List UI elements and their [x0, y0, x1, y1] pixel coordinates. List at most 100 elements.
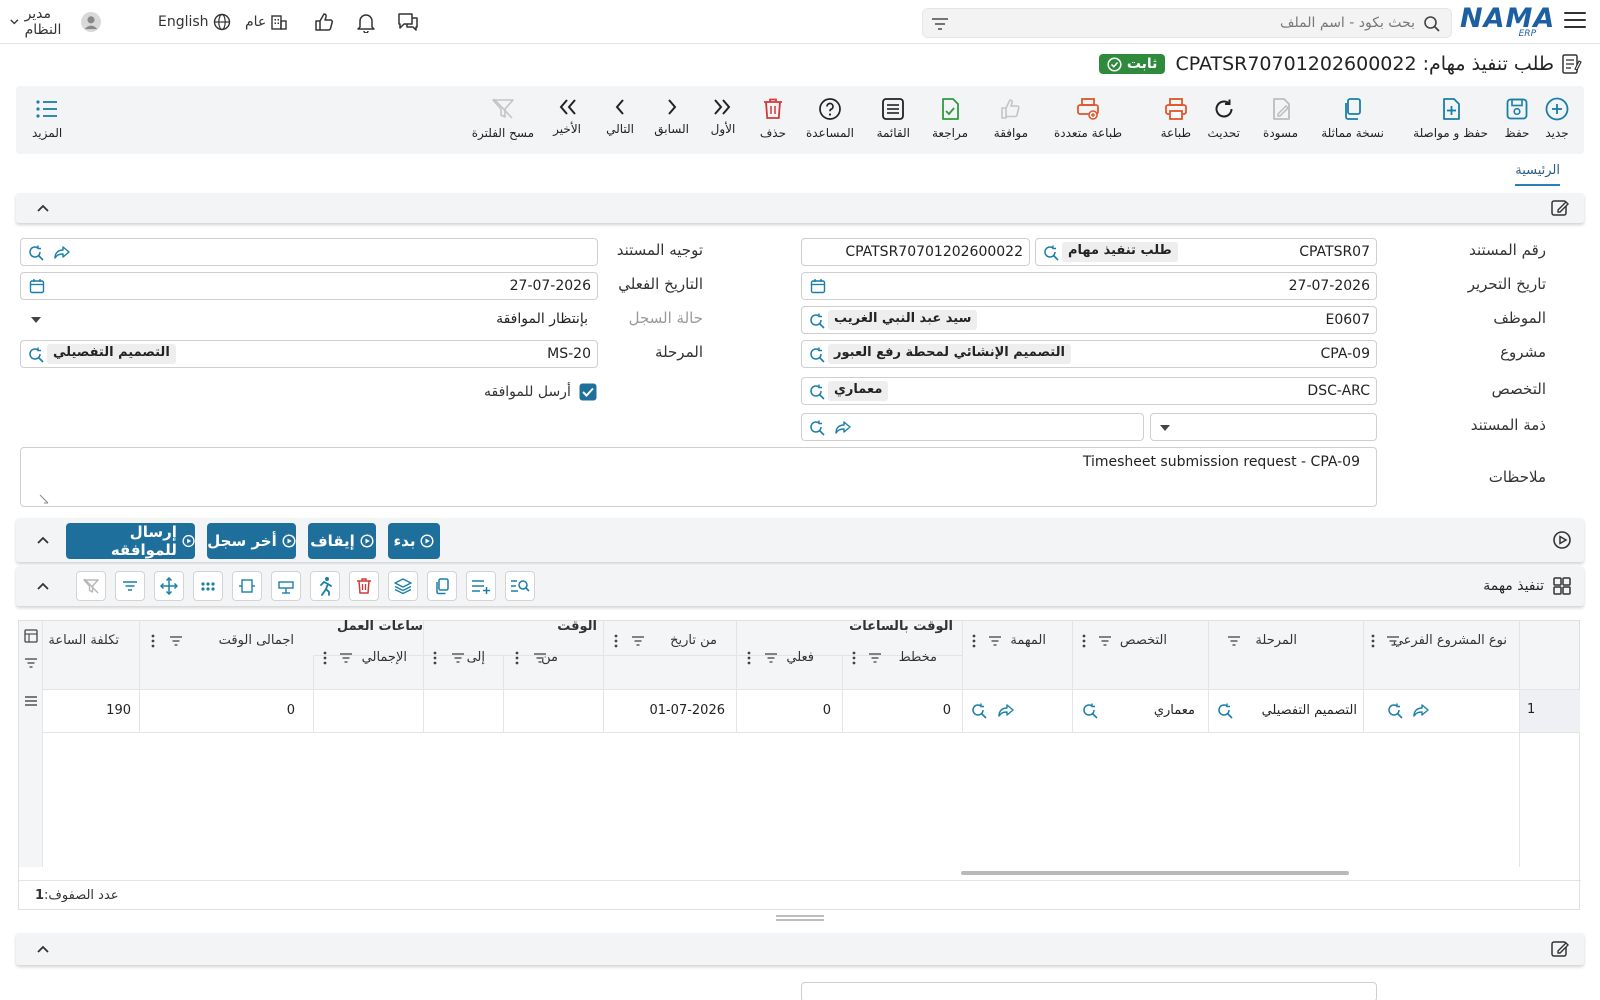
send-approval-button[interactable]: إرسال للموافقه — [66, 523, 195, 559]
tab-main[interactable]: الرئيسية — [1515, 163, 1560, 186]
actual-date-field[interactable]: 27-07-2026 — [20, 272, 598, 300]
col-subproject-type[interactable]: نوع المشروع الفرعي — [1393, 633, 1507, 648]
bell-icon[interactable] — [355, 8, 377, 36]
col-to[interactable]: إلى — [467, 650, 485, 665]
share-icon[interactable] — [1412, 702, 1430, 720]
col-task[interactable]: المهمة — [1010, 633, 1046, 648]
search-refresh-icon[interactable] — [1042, 244, 1060, 262]
col-from-date[interactable]: من تاريخ — [670, 633, 717, 648]
chevron-up-icon[interactable] — [36, 203, 50, 213]
layers-button[interactable] — [388, 571, 418, 601]
search-refresh-icon[interactable] — [1081, 702, 1099, 720]
search-refresh-icon[interactable] — [808, 346, 826, 364]
save-continue-button[interactable]: حفظ و مواصلة — [1413, 96, 1488, 140]
column-menu-icon[interactable] — [972, 634, 976, 648]
column-menu-icon[interactable] — [323, 651, 327, 665]
add-row-button[interactable] — [466, 571, 496, 601]
column-filter-icon[interactable] — [1227, 635, 1241, 647]
copy-row-button[interactable] — [427, 571, 457, 601]
clear-grid-filter-button[interactable] — [76, 571, 106, 601]
col-total-time[interactable]: اجمالى الوقت — [219, 633, 294, 648]
column-menu-icon[interactable] — [515, 651, 519, 665]
project-field[interactable]: CPA-09 التصميم الإنشائي لمحطة رفع العبور — [801, 340, 1377, 368]
calendar-icon[interactable] — [810, 278, 826, 294]
edit-icon[interactable] — [1550, 198, 1570, 218]
duplicate-button[interactable]: نسخة مماثلة — [1321, 96, 1384, 140]
column-menu-icon[interactable] — [852, 651, 856, 665]
column-filter-icon[interactable] — [631, 635, 645, 647]
user-menu[interactable]: مدير النظام — [10, 6, 101, 38]
search-refresh-icon[interactable] — [808, 312, 826, 330]
chevron-up-icon[interactable] — [36, 944, 50, 954]
column-filter-icon[interactable] — [339, 652, 353, 664]
share-icon[interactable] — [53, 244, 71, 262]
run-button[interactable] — [310, 571, 340, 601]
next-button[interactable]: التالي — [606, 96, 634, 136]
like-icon[interactable] — [313, 8, 335, 36]
column-filter-icon[interactable] — [533, 652, 547, 664]
calendar-icon[interactable] — [29, 278, 45, 294]
company-switch[interactable]: عام — [245, 8, 288, 36]
first-button[interactable]: الأول — [710, 96, 736, 136]
doc-direction-field[interactable] — [20, 238, 598, 266]
edit-date-field[interactable]: 27-07-2026 — [801, 272, 1377, 300]
fit-columns-button[interactable] — [271, 571, 301, 601]
column-filter-icon[interactable] — [1098, 635, 1112, 647]
move-button[interactable] — [154, 571, 184, 601]
column-menu-icon[interactable] — [747, 651, 751, 665]
menu-lines-icon[interactable] — [24, 695, 38, 707]
partial-field[interactable] — [801, 982, 1377, 1000]
employee-field[interactable]: E0607 سيد عبد النبي الغريب — [801, 306, 1377, 334]
col-planned[interactable]: مخطط — [899, 650, 937, 665]
print-button[interactable]: طباعة — [1161, 96, 1191, 140]
logo[interactable]: NAMA ERP — [1460, 4, 1554, 40]
resize-handle-icon[interactable] — [39, 494, 49, 504]
multi-print-button[interactable]: طباعة متعددة — [1054, 96, 1122, 140]
last-button[interactable]: الأخير — [553, 96, 581, 136]
col-total[interactable]: الإجمالي — [362, 650, 407, 665]
draft-button[interactable]: مسودة — [1263, 96, 1298, 140]
search-refresh-icon[interactable] — [1386, 702, 1404, 720]
column-filter-icon[interactable] — [1386, 635, 1400, 647]
dots-grid-button[interactable] — [193, 571, 223, 601]
horizontal-scrollbar[interactable] — [961, 871, 1349, 875]
column-menu-icon[interactable] — [1371, 634, 1375, 648]
chevron-up-icon[interactable] — [36, 581, 50, 591]
search-refresh-icon[interactable] — [1216, 702, 1234, 720]
language-switch[interactable]: English — [158, 8, 231, 36]
more-button[interactable]: المزيد — [32, 96, 62, 140]
menu-icon[interactable] — [1564, 12, 1586, 30]
delete-row-button[interactable] — [349, 571, 379, 601]
column-menu-icon[interactable] — [614, 634, 618, 648]
clear-filter-button[interactable]: مسح الفلترة — [472, 96, 534, 140]
notes-textarea[interactable]: Timesheet submission request - CPA-09 — [20, 447, 1377, 507]
previous-button[interactable]: السابق — [654, 96, 689, 136]
filter-button[interactable] — [115, 571, 145, 601]
column-filter-icon[interactable] — [868, 652, 882, 664]
doc-liability-select[interactable] — [1150, 413, 1377, 441]
start-button[interactable]: بدء — [388, 523, 440, 559]
column-menu-icon[interactable] — [151, 634, 155, 648]
col-hour-cost[interactable]: تكلفة الساعة — [48, 633, 119, 648]
col-actual[interactable]: فعلي — [786, 650, 814, 665]
search-refresh-icon[interactable] — [27, 346, 45, 364]
chat-icon[interactable] — [396, 8, 420, 36]
stop-button[interactable]: إيقاف — [308, 523, 376, 559]
checkbox-checked[interactable] — [579, 383, 597, 401]
col-specialty[interactable]: التخصص — [1120, 633, 1167, 648]
column-filter-icon[interactable] — [451, 652, 465, 664]
new-button[interactable]: جديد — [1544, 96, 1570, 140]
approve-button[interactable]: موافقة — [994, 96, 1028, 140]
doc-liability-field[interactable] — [801, 413, 1144, 441]
edit-icon[interactable] — [1550, 939, 1570, 959]
col-stage[interactable]: المرحلة — [1255, 633, 1297, 648]
search-input[interactable]: بحث بكود - اسم الملف — [1280, 15, 1415, 31]
specialty-field[interactable]: DSC-ARC معماري — [801, 377, 1377, 405]
list-button[interactable]: القائمة — [877, 96, 910, 140]
review-button[interactable]: مراجعة — [932, 96, 968, 140]
delete-button[interactable]: حذف — [760, 96, 786, 140]
last-record-button[interactable]: أخر سجل — [207, 523, 296, 559]
search-refresh-icon[interactable] — [808, 419, 826, 437]
column-filter-icon[interactable] — [988, 635, 1002, 647]
columns-icon[interactable] — [24, 629, 38, 643]
